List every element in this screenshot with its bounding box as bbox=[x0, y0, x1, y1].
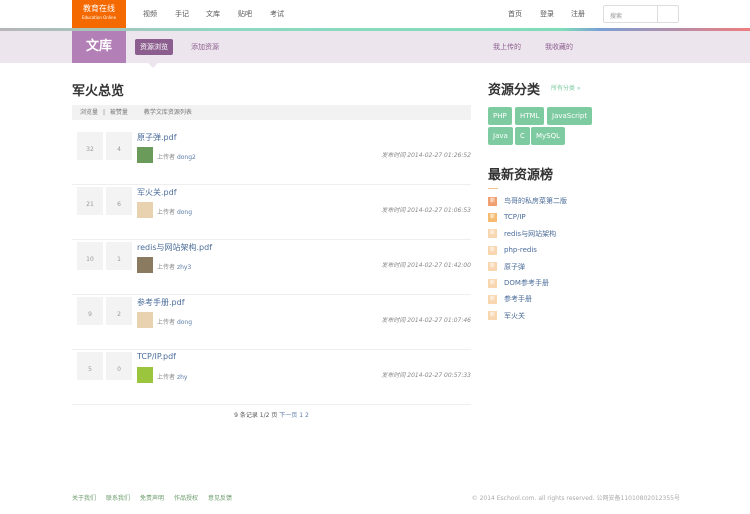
category-tag[interactable]: MySQL bbox=[531, 127, 566, 145]
page-link-1[interactable]: 1 bbox=[299, 412, 303, 419]
uploader: 上传者 zhy3 bbox=[157, 264, 192, 271]
tab-my-uploads[interactable]: 我上传的 bbox=[488, 39, 526, 55]
view-count: 10 bbox=[77, 242, 103, 270]
uploader-link[interactable]: zhy bbox=[177, 374, 188, 381]
tab-browse[interactable]: 资源浏览 bbox=[135, 39, 173, 55]
rank-item[interactable]: 新 redis与网站架构 bbox=[488, 228, 556, 240]
page-title: 军火总览 bbox=[72, 84, 125, 99]
footer-link[interactable]: 意见反馈 bbox=[208, 493, 232, 502]
footer-link[interactable]: 免责声明 bbox=[140, 493, 164, 502]
new-badge-icon: 新 bbox=[488, 196, 497, 206]
next-page-link[interactable]: 下一页 bbox=[279, 412, 297, 419]
like-count: 1 bbox=[106, 242, 132, 270]
uploader: 上传者 zhy bbox=[157, 374, 188, 381]
view-count: 9 bbox=[77, 297, 103, 325]
publish-time: 发布时间 2014-02-27 00:57:33 bbox=[381, 372, 471, 379]
uploader-avatar[interactable] bbox=[137, 367, 153, 383]
new-badge-icon: 新 bbox=[488, 245, 497, 255]
category-tag[interactable]: PHP bbox=[488, 107, 512, 125]
sort-likes[interactable]: 被赞量 bbox=[110, 109, 128, 116]
resource-title-link[interactable]: 军火关.pdf bbox=[137, 187, 177, 198]
search-button[interactable] bbox=[657, 6, 678, 22]
rank-item[interactable]: 新鸟哥的私房菜第二版 bbox=[488, 195, 567, 207]
nav-login[interactable]: 登录 bbox=[540, 9, 554, 19]
list-item: 10 1 redis与网站架构.pdf 上传者 zhy3 发布时间 2014-0… bbox=[72, 240, 471, 295]
rank-item[interactable]: 新军火关 bbox=[488, 310, 525, 322]
publish-time: 发布时间 2014-02-27 01:26:52 bbox=[381, 152, 471, 159]
uploader-link[interactable]: dong bbox=[177, 319, 192, 326]
tab-my-favorites[interactable]: 我收藏的 bbox=[540, 39, 578, 55]
rank-item[interactable]: 新 DOM参考手册 bbox=[488, 277, 549, 289]
rank-item[interactable]: 新 php-redis bbox=[488, 244, 537, 256]
category-tag[interactable]: Java bbox=[488, 127, 513, 145]
search-input[interactable]: 搜索 bbox=[603, 5, 679, 23]
uploader: 上传者 dong2 bbox=[157, 154, 196, 161]
uploader: 上传者 dong bbox=[157, 319, 193, 326]
rank-item[interactable]: 新 TCP/IP bbox=[488, 211, 526, 223]
list-item: 21 6 军火关.pdf 上传者 dong 发布时间 2014-02-27 01… bbox=[72, 185, 471, 240]
uploader-link[interactable]: dong2 bbox=[177, 154, 196, 161]
category-tag[interactable]: C bbox=[515, 127, 530, 145]
uploader-avatar[interactable] bbox=[137, 257, 153, 273]
list-item: 9 2 参考手册.pdf 上传者 dong 发布时间 2014-02-27 01… bbox=[72, 295, 471, 350]
resource-title-link[interactable]: 原子弹.pdf bbox=[137, 132, 177, 143]
logo[interactable]: 教育在线 Education Online bbox=[72, 0, 126, 28]
page-link-2[interactable]: 2 bbox=[305, 412, 309, 419]
rank-item[interactable]: 新参考手册 bbox=[488, 293, 532, 305]
category-tag[interactable]: HTML bbox=[515, 107, 545, 125]
uploader-link[interactable]: zhy3 bbox=[177, 264, 191, 271]
nav-exam[interactable]: 考试 bbox=[270, 9, 284, 19]
tab-add[interactable]: 添加资源 bbox=[186, 39, 224, 55]
like-count: 2 bbox=[106, 297, 132, 325]
nav-notes[interactable]: 手记 bbox=[175, 9, 189, 19]
rank-item[interactable]: 新原子弹 bbox=[488, 261, 525, 273]
nav-library[interactable]: 文库 bbox=[206, 9, 220, 19]
resource-title-link[interactable]: redis与网站架构.pdf bbox=[137, 242, 212, 253]
new-badge-icon: 新 bbox=[488, 311, 497, 321]
view-count: 5 bbox=[77, 352, 103, 380]
list-item: 5 0 TCP/IP.pdf 上传者 zhy 发布时间 2014-02-27 0… bbox=[72, 350, 471, 405]
resource-title-link[interactable]: TCP/IP.pdf bbox=[137, 352, 176, 361]
sort-bar: 浏览量 | 被赞量 教学文库资源列表 bbox=[72, 105, 471, 120]
category-tag[interactable]: JavaScript bbox=[547, 107, 593, 125]
footer-link[interactable]: 作品授权 bbox=[174, 493, 198, 502]
uploader: 上传者 dong bbox=[157, 209, 193, 216]
nav-register[interactable]: 注册 bbox=[571, 9, 585, 19]
rank-divider bbox=[488, 188, 498, 189]
new-badge-icon: 新 bbox=[488, 229, 497, 239]
nav-video[interactable]: 视频 bbox=[143, 9, 157, 19]
like-count: 0 bbox=[106, 352, 132, 380]
new-badge-icon: 新 bbox=[488, 294, 497, 304]
view-count: 21 bbox=[77, 187, 103, 215]
new-badge-icon: 新 bbox=[488, 278, 497, 288]
pagination: 9 条记录 1/2 页 下一页 1 2 bbox=[234, 412, 309, 419]
nav-home[interactable]: 首页 bbox=[508, 9, 522, 19]
publish-time: 发布时间 2014-02-27 01:06:53 bbox=[381, 207, 471, 214]
publish-time: 发布时间 2014-02-27 01:42:00 bbox=[381, 262, 471, 269]
view-count: 32 bbox=[77, 132, 103, 160]
like-count: 6 bbox=[106, 187, 132, 215]
uploader-avatar[interactable] bbox=[137, 202, 153, 218]
new-badge-icon: 新 bbox=[488, 212, 497, 222]
uploader-link[interactable]: dong bbox=[177, 209, 192, 216]
active-tab-pointer bbox=[148, 63, 158, 73]
sort-views[interactable]: 浏览量 bbox=[80, 109, 98, 116]
footer-link[interactable]: 关于我们 bbox=[72, 493, 96, 502]
nav-forum[interactable]: 贴吧 bbox=[238, 9, 252, 19]
footer-link[interactable]: 联系我们 bbox=[106, 493, 130, 502]
list-item: 32 4 原子弹.pdf 上传者 dong2 发布时间 2014-02-27 0… bbox=[72, 130, 471, 185]
resource-title-link[interactable]: 参考手册.pdf bbox=[137, 297, 185, 308]
uploader-avatar[interactable] bbox=[137, 312, 153, 328]
all-categories-link[interactable]: 所有分类 » bbox=[551, 83, 581, 92]
section-title: 文库 bbox=[72, 31, 126, 63]
new-badge-icon: 新 bbox=[488, 262, 497, 272]
publish-time: 发布时间 2014-02-27 01:07:46 bbox=[381, 317, 471, 324]
like-count: 4 bbox=[106, 132, 132, 160]
copyright: © 2014 Eschool.com. all rights reserved.… bbox=[471, 495, 680, 502]
category-title: 资源分类 bbox=[488, 83, 541, 98]
rank-title: 最新资源榜 bbox=[488, 168, 554, 183]
uploader-avatar[interactable] bbox=[137, 147, 153, 163]
